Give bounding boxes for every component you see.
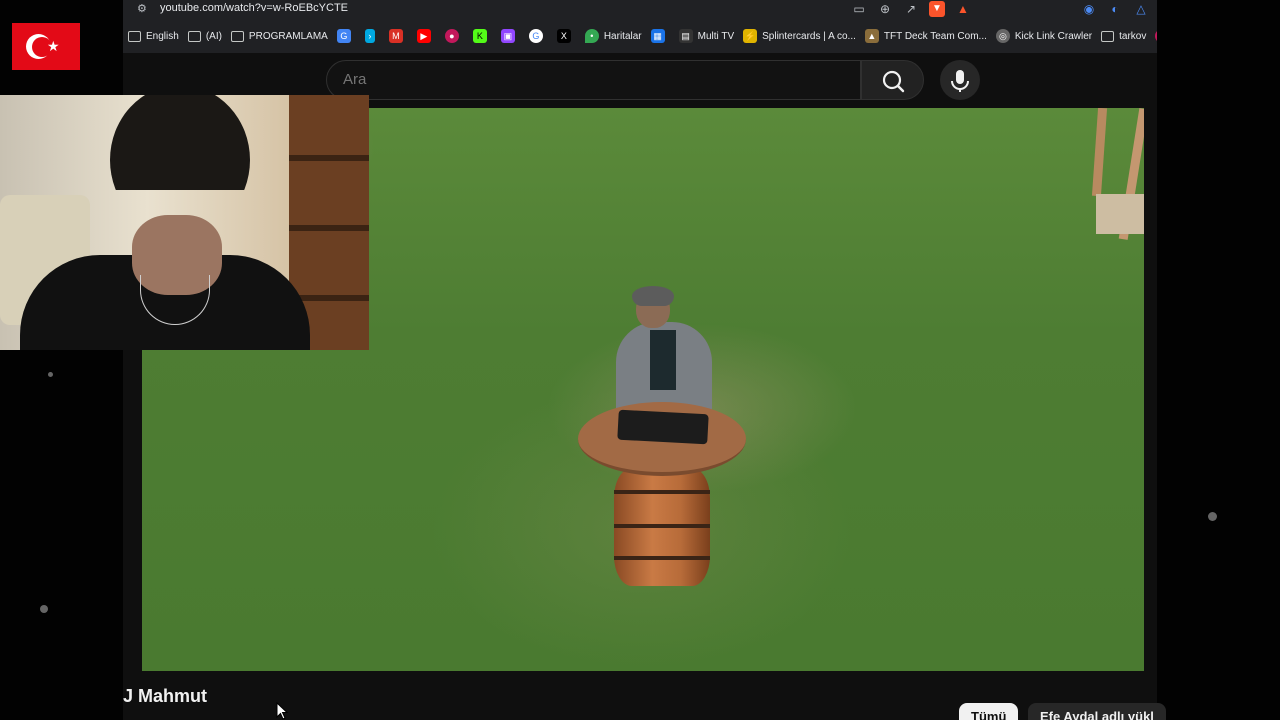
bookmarks-bar: English (AI) PROGRAMLAMA G › M ▶ ● K ▣ G… <box>123 19 1157 53</box>
app-pink-icon: ● <box>1155 29 1157 43</box>
dj-shirt <box>650 330 676 390</box>
barrel-band <box>614 524 710 528</box>
webcam-overlay <box>0 95 369 350</box>
x-icon: X <box>556 29 571 43</box>
barrel <box>614 468 710 586</box>
wooden-posts <box>1074 108 1144 248</box>
snow-particle <box>48 372 53 377</box>
microphone-icon <box>951 70 969 92</box>
maps-icon: • <box>584 29 599 43</box>
star-icon: ★ <box>47 38 60 54</box>
search-input[interactable] <box>343 71 542 88</box>
app-red-icon: ● <box>444 29 459 43</box>
bookmark-google[interactable]: G <box>528 19 548 53</box>
site-settings-icon[interactable]: ⚙ <box>137 3 149 15</box>
search-icon <box>882 70 905 93</box>
mouse-cursor-icon <box>276 702 289 720</box>
video-title[interactable]: J Mahmut <box>123 686 207 707</box>
bookmark-haritalar[interactable]: • Haritalar <box>584 19 642 53</box>
gmail-icon: M <box>388 29 403 43</box>
shelf-row <box>289 155 369 161</box>
voice-search-button[interactable] <box>940 60 980 100</box>
snow-particle <box>1208 512 1217 521</box>
globe-icon: ◎ <box>995 29 1010 43</box>
bookmark-kick[interactable]: K <box>472 19 492 53</box>
brave-shield-icon[interactable]: ▼ <box>929 1 945 17</box>
youtube-icon: ▶ <box>416 29 431 43</box>
bookmark-youtube[interactable]: ▶ <box>416 19 436 53</box>
extension-edge-icon[interactable]: ◐ <box>1107 1 1123 17</box>
translate-icon: G <box>336 29 351 43</box>
shelf-row <box>289 225 369 231</box>
snow-particle <box>40 605 48 613</box>
extension-icon[interactable]: ◉ <box>1081 1 1097 17</box>
bookmark-twitch[interactable]: ▣ <box>500 19 520 53</box>
bookmark-multitv[interactable]: ▤ Multi TV <box>678 19 734 53</box>
bookmark-calendar[interactable]: ▦ <box>650 19 670 53</box>
post-left <box>1091 108 1108 197</box>
bookmark-ai[interactable]: (AI) <box>187 19 222 53</box>
streamer-hair <box>110 95 250 190</box>
bookmark-tarkov[interactable]: tarkov <box>1101 19 1146 53</box>
extension-triangle-icon[interactable]: △ <box>1133 1 1149 17</box>
kick-icon: K <box>472 29 487 43</box>
bookmark-splintercards[interactable]: ⚡ Splintercards | A co... <box>743 19 856 53</box>
bookmark-english[interactable]: English <box>128 19 179 53</box>
page-icon: ▤ <box>678 29 693 43</box>
share-icon[interactable]: ↗ <box>903 1 919 17</box>
cast-icon[interactable]: ▭ <box>851 1 867 17</box>
bookmark-app-red[interactable]: ● <box>444 19 464 53</box>
stream-scene: ⚙ youtube.com/watch?v=w-RoEBcYCTE ▭ ⊕ ↗ … <box>0 0 1280 720</box>
bookmark-translate[interactable]: G <box>336 19 356 53</box>
url-text[interactable]: youtube.com/watch?v=w-RoEBcYCTE <box>160 2 348 14</box>
dj-headphones <box>632 286 674 306</box>
address-bar-actions: ▭ ⊕ ↗ ▼ ▲ ◉ ◐ △ <box>851 1 1149 17</box>
address-bar[interactable]: ⚙ youtube.com/watch?v=w-RoEBcYCTE ▭ ⊕ ↗ … <box>123 0 1157 19</box>
turkish-flag-icon: ★ <box>12 23 80 70</box>
tft-icon: ▲ <box>864 29 879 43</box>
calendar-icon: ▦ <box>650 29 665 43</box>
barrel-band <box>614 556 710 560</box>
rewards-icon[interactable]: ▲ <box>955 1 971 17</box>
twitch-icon: ▣ <box>500 29 515 43</box>
folder-icon <box>1101 30 1115 42</box>
zoom-icon[interactable]: ⊕ <box>877 1 893 17</box>
chip-all[interactable]: Tümü <box>959 703 1019 720</box>
splinter-icon: ⚡ <box>743 29 758 43</box>
chip-uploads[interactable]: Efe Aydal adlı yükl <box>1028 703 1166 720</box>
bookmark-tft[interactable]: ▲ TFT Deck Team Com... <box>864 19 987 53</box>
dj-controller <box>617 409 709 445</box>
bookmark-x[interactable]: X <box>556 19 576 53</box>
prime-video-icon: › <box>364 29 375 43</box>
board <box>1096 194 1144 234</box>
bookmark-overflow[interactable]: ● <box>1155 19 1157 53</box>
bookmark-programlama[interactable]: PROGRAMLAMA <box>230 19 328 53</box>
folder-icon <box>230 30 244 42</box>
folder-icon <box>187 30 201 42</box>
barrel-band <box>614 490 710 494</box>
bookmark-prime[interactable]: › <box>364 19 380 53</box>
search-box[interactable] <box>326 60 861 100</box>
search-button[interactable] <box>861 60 924 100</box>
google-icon: G <box>528 29 543 43</box>
bookmark-kick-crawler[interactable]: ◎ Kick Link Crawler <box>995 19 1092 53</box>
bookmark-gmail[interactable]: M <box>388 19 408 53</box>
folder-icon <box>128 30 141 42</box>
